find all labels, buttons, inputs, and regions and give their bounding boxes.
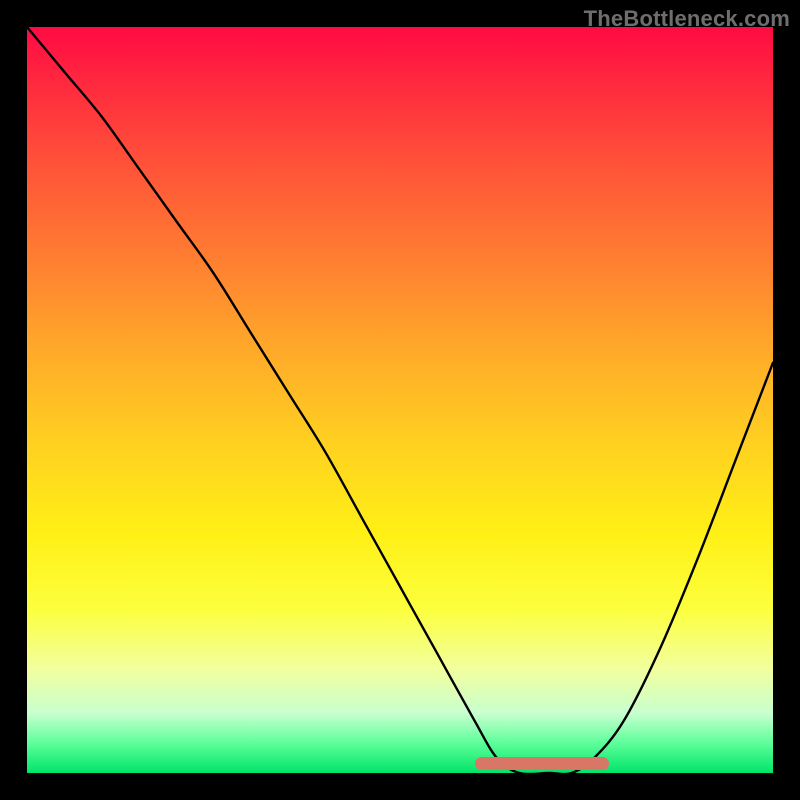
bottleneck-curve bbox=[27, 27, 773, 773]
curve-path bbox=[27, 27, 773, 773]
plot-area bbox=[27, 27, 773, 773]
chart-frame: TheBottleneck.com bbox=[0, 0, 800, 800]
watermark-text: TheBottleneck.com bbox=[584, 6, 790, 32]
baseline-marker bbox=[475, 757, 609, 770]
